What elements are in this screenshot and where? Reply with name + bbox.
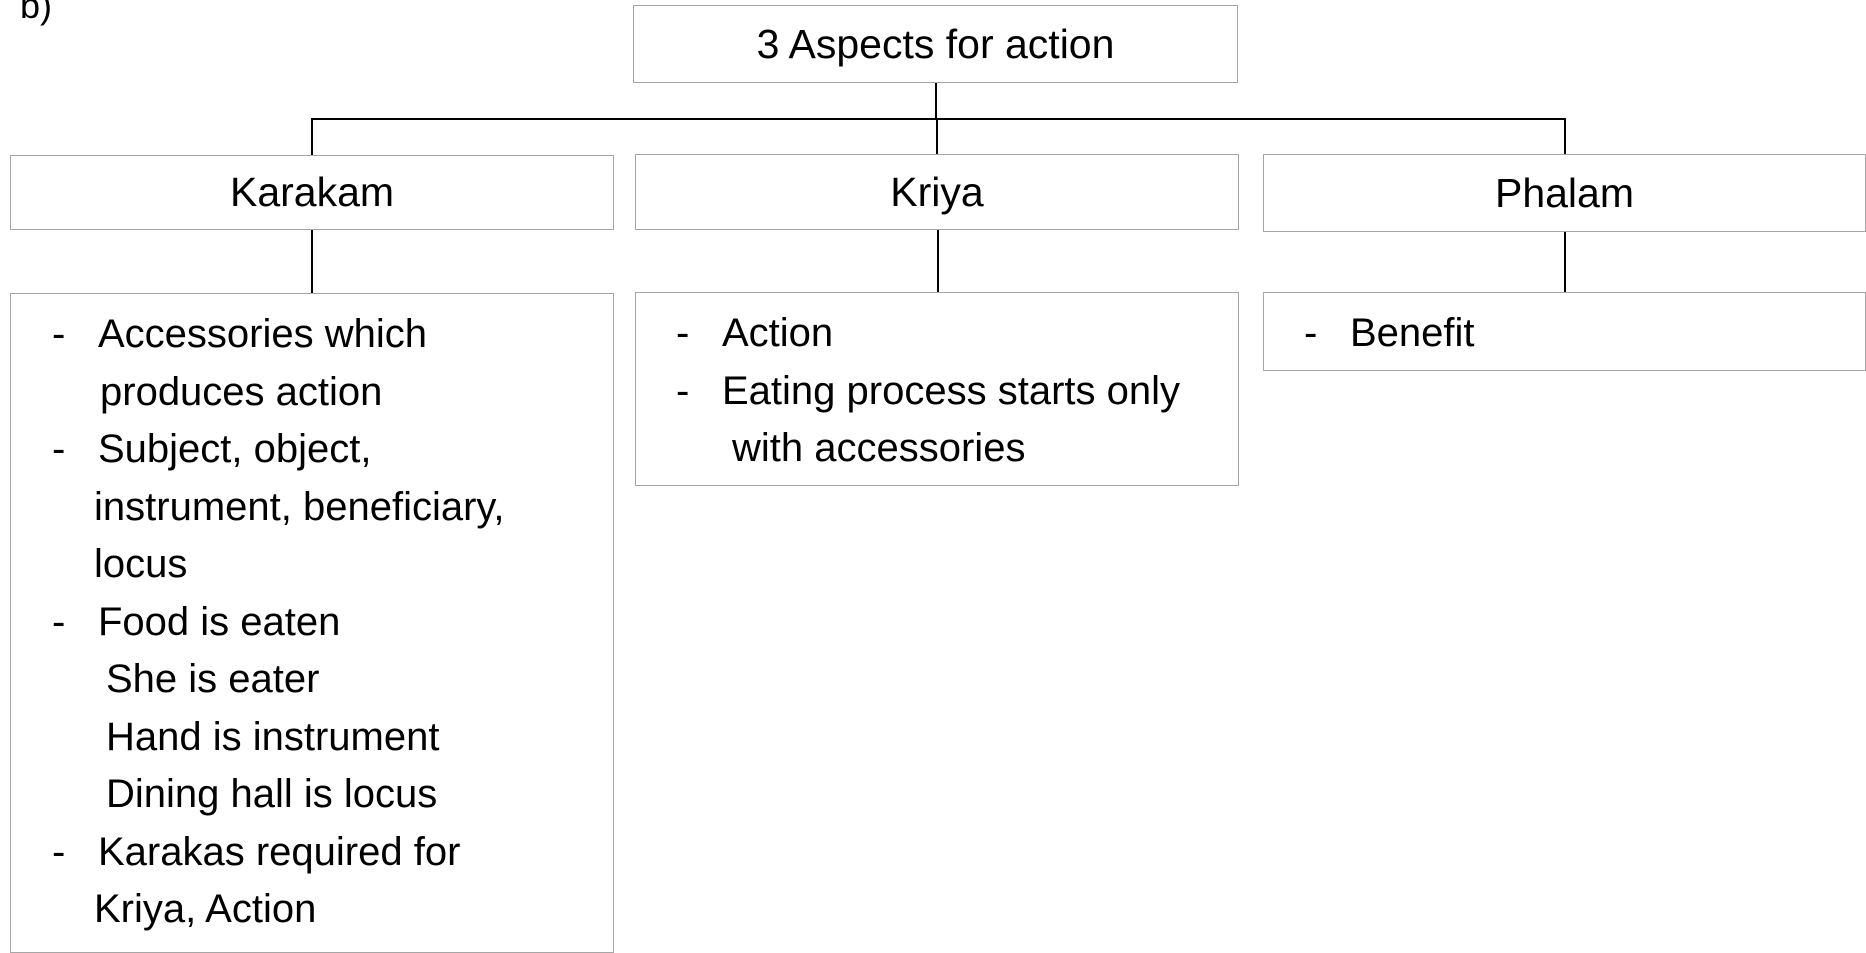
root-node-title: 3 Aspects for action	[756, 20, 1115, 67]
karakam-detail-connector	[311, 230, 313, 293]
kriya-node: Kriya	[635, 154, 1239, 230]
list-item-line: Hand is instrument	[106, 714, 440, 759]
phalam-node: Phalam	[1263, 154, 1866, 232]
kriya-detail-box: - Action - Eating process starts only wi…	[635, 292, 1239, 486]
list-item: - Eating process starts only with access…	[676, 363, 1232, 478]
phalam-detail-box: - Benefit	[1263, 292, 1866, 371]
list-item-line: Kriya, Action	[94, 887, 317, 931]
list-item-line: instrument, beneficiary,	[94, 484, 505, 529]
root-stem-connector	[935, 83, 937, 119]
phalam-detail-list: - Benefit	[1304, 305, 1859, 363]
horizontal-branch-connector	[311, 118, 1565, 120]
karakam-node-title: Karakam	[229, 169, 395, 215]
bullet-dash: -	[52, 829, 66, 874]
list-item-line: Subject, object,	[98, 427, 372, 471]
list-item-line: Karakas required for	[98, 829, 461, 874]
list-item-line: produces action	[100, 369, 383, 414]
karakam-detail-list: - Accessories which produces action - Su…	[52, 306, 607, 939]
phalam-node-title: Phalam	[1494, 169, 1634, 216]
kriya-detail-connector	[937, 230, 939, 292]
kriya-branch-connector	[936, 118, 938, 155]
list-item: - Subject, object, instrument, beneficia…	[52, 421, 607, 594]
list-item-line: She is eater	[106, 657, 320, 701]
kriya-node-title: Kriya	[890, 168, 984, 215]
figure-label: b)	[20, 0, 53, 26]
list-item: - Accessories which produces action	[52, 306, 607, 421]
bullet-dash: -	[52, 312, 66, 356]
karakam-detail-box: - Accessories which produces action - Su…	[10, 293, 614, 953]
list-item: - Karakas required for Kriya, Action	[52, 824, 607, 939]
bullet-dash: -	[1304, 311, 1318, 355]
phalam-detail-connector	[1564, 232, 1566, 292]
list-item-line: Benefit	[1350, 311, 1475, 355]
list-item: - Food is eaten She is eater Hand is ins…	[52, 594, 607, 824]
karakam-node: Karakam	[10, 155, 614, 230]
bullet-dash: -	[52, 599, 66, 644]
list-item: - Action	[676, 305, 1232, 363]
bullet-dash: -	[676, 311, 690, 355]
list-item-line: with accessories	[732, 426, 1026, 470]
list-item: - Benefit	[1304, 305, 1859, 363]
karakam-branch-connector	[311, 118, 313, 155]
root-node: 3 Aspects for action	[633, 5, 1238, 83]
phalam-branch-connector	[1564, 118, 1566, 155]
list-item-line: Eating process starts only	[722, 368, 1180, 413]
list-item-line: Food is eaten	[98, 599, 341, 644]
list-item-line: locus	[94, 542, 188, 586]
list-item-line: Accessories which	[98, 312, 428, 356]
list-item-line: Action	[722, 311, 834, 355]
kriya-detail-list: - Action - Eating process starts only wi…	[676, 305, 1232, 478]
bullet-dash: -	[676, 368, 690, 413]
list-item-line: Dining hall is locus	[106, 772, 438, 816]
bullet-dash: -	[52, 427, 66, 471]
